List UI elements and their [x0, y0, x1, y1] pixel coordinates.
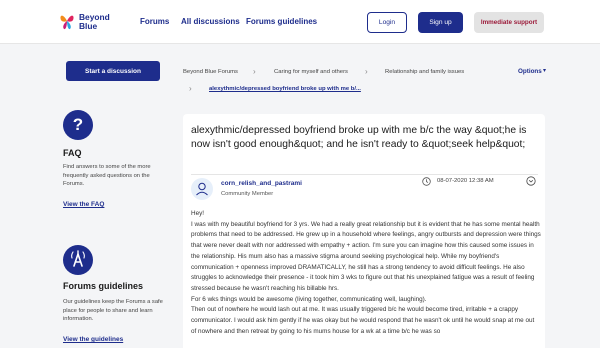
logo-text[interactable]: Beyond Blue [79, 13, 110, 30]
user-avatar-icon [196, 182, 208, 196]
breadcrumb-current-thread[interactable]: alexythmic/depressed boyfriend broke up … [209, 86, 361, 92]
immediate-support-button[interactable]: Immediate support [474, 12, 544, 33]
clock-icon [422, 177, 431, 186]
post-paragraph: I was with my beautiful boyfriend for 3 … [191, 220, 541, 292]
options-menu[interactable]: Options [518, 68, 542, 75]
chevron-down-icon[interactable]: ▾ [543, 67, 546, 74]
post-author[interactable]: corn_relish_and_pastrami [221, 180, 302, 187]
post-date: 08-07-2020 12:38 AM [437, 178, 494, 184]
faq-title: FAQ [63, 148, 82, 158]
author-role: Community Member [221, 191, 274, 197]
chevron-right-icon: › [365, 67, 368, 76]
breadcrumb-forums[interactable]: Beyond Blue Forums [183, 69, 238, 75]
post-card: alexythmic/depressed boyfriend broke up … [183, 114, 545, 348]
site-header: Beyond Blue Forums All discussions Forum… [0, 0, 600, 44]
signup-button[interactable]: Sign up [418, 12, 463, 33]
post-paragraph: Then out of nowhere he would lash out at… [191, 306, 535, 335]
post-title: alexythmic/depressed boyfriend broke up … [191, 125, 527, 150]
post-body: Hey! I was with my beautiful boyfriend f… [191, 209, 541, 337]
view-faq-link[interactable]: View the FAQ [63, 201, 104, 208]
start-discussion-button[interactable]: Start a discussion [66, 61, 160, 81]
chevron-right-icon: › [189, 84, 192, 93]
nav-all-discussions[interactable]: All discussions [181, 17, 240, 26]
breadcrumb-caring[interactable]: Caring for myself and others [274, 69, 348, 75]
avatar[interactable] [191, 178, 213, 200]
post-paragraph: Hey! [191, 210, 205, 217]
view-guidelines-link[interactable]: View the guidelines [63, 336, 123, 343]
faq-icon: ? [63, 110, 93, 140]
post-menu-icon[interactable] [526, 176, 536, 186]
post-paragraph: For 6 wks things would be awesome (livin… [191, 295, 427, 303]
chevron-right-icon: › [253, 67, 256, 76]
breadcrumb-relationship[interactable]: Relationship and family issues [385, 69, 464, 75]
megaphone-icon [63, 245, 93, 275]
guidelines-title: Forums guidelines [63, 281, 144, 291]
butterfly-logo-icon[interactable] [59, 11, 75, 31]
faq-description: Find answers to some of the more frequen… [63, 164, 151, 188]
nav-forums[interactable]: Forums [140, 17, 169, 26]
login-button[interactable]: Login [367, 12, 407, 33]
divider [191, 174, 538, 175]
guidelines-description: Our guidelines keep the Forums a safe pl… [63, 299, 163, 323]
nav-forums-guidelines[interactable]: Forums guidelines [246, 17, 317, 26]
